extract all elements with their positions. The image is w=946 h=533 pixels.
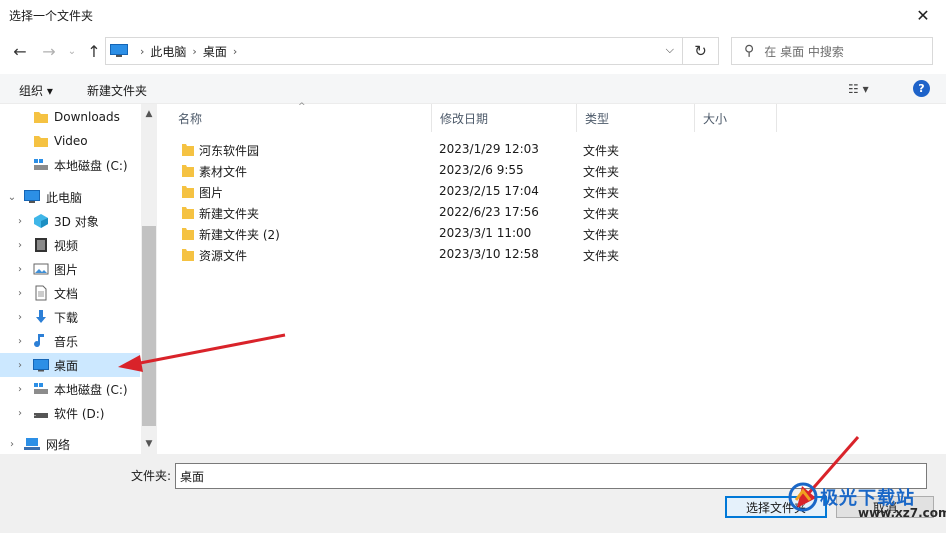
folder-icon (182, 207, 194, 219)
nav-item-network[interactable]: › 网络 (0, 432, 140, 454)
network-icon (24, 438, 40, 450)
folder-icon (182, 249, 194, 261)
nav-item-video[interactable]: Video (0, 129, 140, 153)
scrollbar-thumb[interactable] (142, 226, 156, 426)
drive-icon (34, 413, 48, 418)
video-icon (35, 238, 47, 252)
cube-icon (34, 214, 48, 228)
chevron-right-icon[interactable]: › (6, 439, 18, 450)
back-arrow-icon[interactable]: ← (9, 40, 31, 62)
recent-chevron-down-icon[interactable]: ⌄ (61, 40, 83, 62)
help-icon[interactable]: ? (913, 80, 930, 97)
nav-item-this-pc[interactable]: ⌄ 此电脑 (0, 185, 140, 209)
search-box[interactable]: ⚲ 在 桌面 中搜索 (731, 37, 933, 65)
breadcrumb-separator-icon: › (192, 44, 197, 58)
file-row[interactable]: 新建文件夹 (2) 2023/3/1 11:00 文件夹 (176, 223, 636, 244)
breadcrumb-item[interactable]: 桌面 (203, 43, 227, 60)
chevron-right-icon[interactable]: › (14, 216, 26, 227)
column-header-size[interactable]: 大小 (695, 104, 777, 132)
nav-item-music[interactable]: › 音乐 (0, 329, 140, 353)
computer-icon (24, 190, 40, 203)
close-icon[interactable]: ✕ (900, 0, 946, 30)
nav-item-desktop[interactable]: › 桌面 (0, 353, 140, 377)
navigation-pane: Downloads Video 本地磁盘 (C:) ⌄ 此电脑 › 3D 对象 … (0, 104, 156, 454)
desktop-icon (33, 359, 49, 372)
search-icon: ⚲ (744, 43, 755, 59)
folder-field-label: 文件夹: (131, 469, 172, 483)
download-icon (36, 310, 46, 323)
organize-menu-button[interactable]: 组织 ▾ (19, 82, 53, 99)
watermark-url: www.xz7.com (858, 506, 946, 520)
nav-item-local-disk-c[interactable]: 本地磁盘 (C:) (0, 153, 140, 177)
folder-icon (182, 228, 194, 240)
column-header-date[interactable]: 修改日期 (432, 104, 577, 132)
nav-item-downloads[interactable]: Downloads (0, 105, 140, 129)
chevron-right-icon[interactable]: › (14, 288, 26, 299)
chevron-down-icon[interactable]: ⌵ (666, 43, 674, 57)
nav-item-downloads-cn[interactable]: › 下载 (0, 305, 140, 329)
chevron-right-icon[interactable]: › (14, 312, 26, 323)
view-options-icon[interactable]: ☷ ▾ (848, 82, 869, 96)
refresh-icon[interactable]: ↻ (683, 37, 719, 65)
chevron-right-icon[interactable]: › (14, 360, 26, 371)
breadcrumb-separator-icon: › (232, 44, 238, 58)
address-bar[interactable]: › 此电脑 › 桌面 › ⌵ (105, 37, 683, 65)
new-folder-button[interactable]: 新建文件夹 (87, 82, 147, 99)
scroll-up-icon[interactable]: ▲ (141, 106, 157, 122)
file-list-pane: ^ 名称 修改日期 类型 大小 河东软件园 2023/1/29 12:03 文件… (158, 102, 946, 454)
computer-icon (110, 44, 128, 57)
search-input[interactable]: 在 桌面 中搜索 (764, 43, 844, 60)
document-icon (35, 285, 47, 301)
navigation-bar: ← → ⌄ ↑ › 此电脑 › 桌面 › ⌵ ↻ ⚲ 在 桌面 中搜索 (0, 34, 946, 68)
chevron-right-icon[interactable]: › (14, 384, 26, 395)
watermark: 极光下载站 www.xz7.com (780, 480, 946, 530)
folder-icon (182, 144, 194, 156)
title-bar: 选择一个文件夹 ✕ (0, 0, 946, 30)
nav-item-videos[interactable]: › 视频 (0, 233, 140, 257)
picture-icon (33, 263, 49, 275)
nav-item-pictures[interactable]: › 图片 (0, 257, 140, 281)
nav-item-local-disk-c-2[interactable]: › 本地磁盘 (C:) (0, 377, 140, 401)
nav-item-3d-objects[interactable]: › 3D 对象 (0, 209, 140, 233)
column-header-name[interactable]: 名称 (170, 104, 432, 132)
drive-icon (34, 383, 48, 394)
file-row[interactable]: 素材文件 2023/2/6 9:55 文件夹 (176, 160, 636, 181)
breadcrumb: › 此电脑 › 桌面 › (134, 43, 243, 60)
column-header-type[interactable]: 类型 (577, 104, 695, 132)
drive-icon (34, 159, 48, 170)
music-icon (34, 334, 44, 348)
file-row[interactable]: 河东软件园 2023/1/29 12:03 文件夹 (176, 139, 636, 160)
up-arrow-icon[interactable]: ↑ (83, 40, 105, 62)
folder-picker-dialog: 选择一个文件夹 ✕ ← → ⌄ ↑ › 此电脑 › 桌面 › ⌵ ↻ ⚲ 在 桌… (0, 0, 946, 533)
folder-icon (182, 165, 194, 177)
breadcrumb-item[interactable]: 此电脑 (150, 43, 186, 60)
command-toolbar: 组织 ▾ 新建文件夹 ☷ ▾ (0, 74, 946, 104)
folder-icon (182, 186, 194, 198)
watermark-logo-icon (788, 482, 818, 512)
breadcrumb-separator-icon: › (140, 44, 145, 58)
chevron-right-icon[interactable]: › (14, 240, 26, 251)
file-row[interactable]: 资源文件 2023/3/10 12:58 文件夹 (176, 244, 636, 265)
forward-arrow-icon[interactable]: → (38, 40, 60, 62)
file-row[interactable]: 图片 2023/2/15 17:04 文件夹 (176, 181, 636, 202)
chevron-right-icon[interactable]: › (14, 264, 26, 275)
nav-scrollbar[interactable]: ▲ ▼ (141, 104, 157, 454)
chevron-down-icon[interactable]: ⌄ (6, 192, 18, 203)
window-title: 选择一个文件夹 (9, 9, 94, 23)
nav-item-documents[interactable]: › 文档 (0, 281, 140, 305)
chevron-right-icon[interactable]: › (14, 336, 26, 347)
chevron-right-icon[interactable]: › (14, 408, 26, 419)
nav-item-software-d[interactable]: › 软件 (D:) (0, 401, 140, 425)
folder-icon (34, 136, 48, 147)
scroll-down-icon[interactable]: ▼ (141, 436, 157, 452)
file-row[interactable]: 新建文件夹 2022/6/23 17:56 文件夹 (176, 202, 636, 223)
folder-icon (34, 112, 48, 123)
